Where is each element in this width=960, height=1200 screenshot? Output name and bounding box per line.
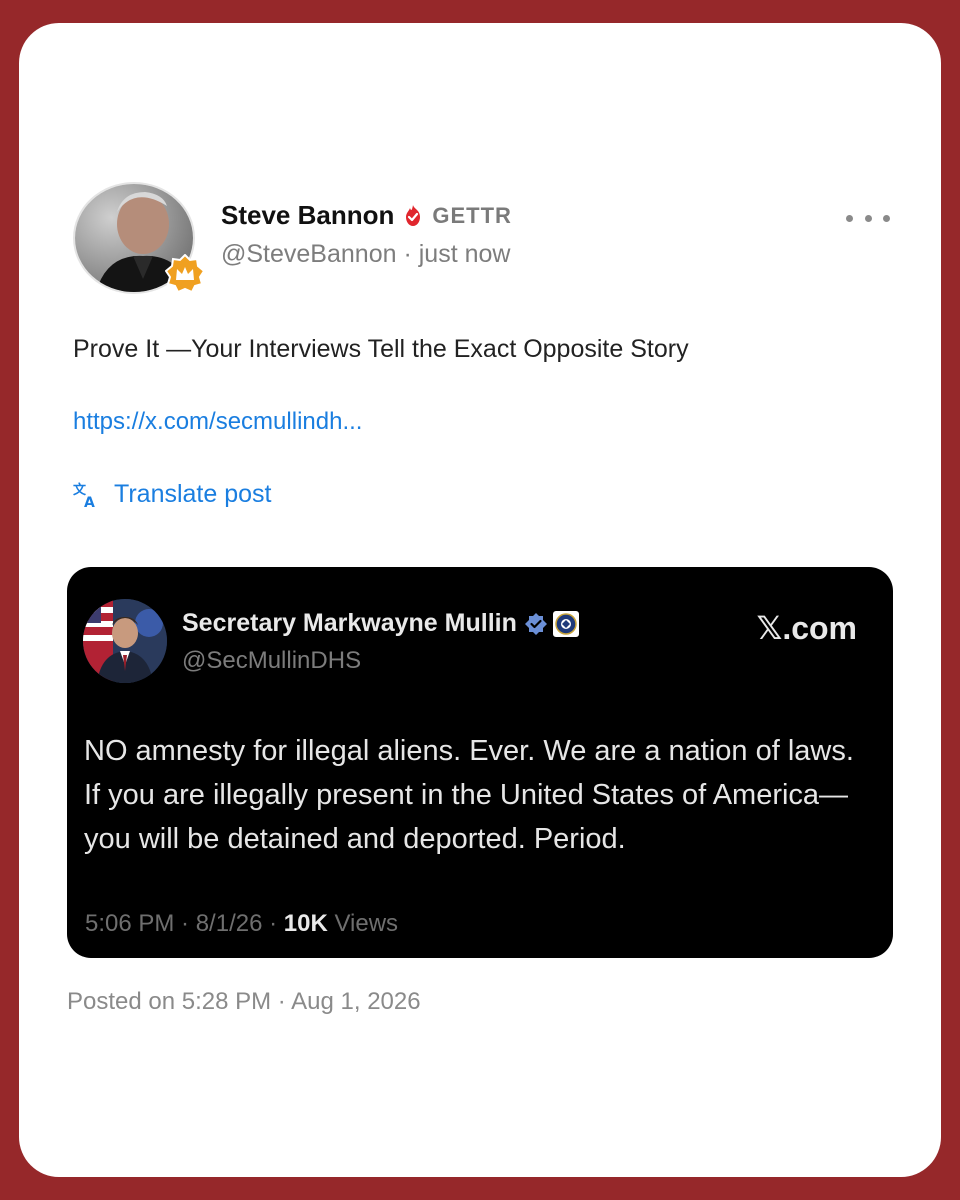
svg-text:A: A [84, 495, 95, 509]
ellipsis-icon [846, 214, 853, 222]
dhs-seal-icon [552, 610, 579, 637]
embed-author-name[interactable]: Secretary Markwayne Mullin [182, 609, 517, 638]
author-name[interactable]: Steve Bannon [221, 200, 394, 231]
ellipsis-icon [883, 214, 890, 222]
platform-tag: GETTR [432, 202, 512, 228]
translate-icon: 文 A [73, 482, 95, 509]
post-text: Prove It —Your Interviews Tell the Exact… [73, 335, 689, 363]
author-handle[interactable]: @SteveBannon [221, 240, 397, 268]
crown-badge-icon [165, 254, 205, 294]
post-time: just now [418, 240, 511, 268]
embed-author-name-row: Secretary Markwayne Mullin [182, 609, 579, 638]
embed-body-text: NO amnesty for illegal aliens. Ever. We … [84, 735, 854, 855]
translate-post-button[interactable]: 文 A Translate post [73, 480, 271, 509]
blue-verified-icon [524, 612, 547, 635]
embed-views-count: 10K [283, 910, 328, 937]
posted-on-timestamp: Posted on 5:28 PM · Aug 1, 2026 [67, 988, 421, 1015]
translate-label: Translate post [114, 480, 272, 508]
handle-separator: · [403, 240, 412, 268]
embed-meta: 5:06 PM · 8/1/26 · 10K Views [85, 910, 398, 938]
embed-author-handle[interactable]: @SecMullinDHS [182, 647, 361, 675]
author-handle-line: @SteveBannon · just now [221, 240, 510, 269]
red-verified-flame-icon [406, 204, 421, 226]
embed-author-avatar[interactable] [83, 599, 167, 683]
more-options-button[interactable] [846, 203, 890, 233]
embedded-post[interactable]: Secretary Markwayne Mullin @SecMullinDHS… [67, 567, 893, 958]
post-link[interactable]: https://x.com/secmullindh... [73, 408, 362, 436]
ellipsis-icon [864, 214, 872, 222]
embed-views-label: Views [327, 910, 399, 937]
embed-source-label[interactable]: 𝕏.com [757, 609, 857, 647]
embed-meta-time: 5:06 PM · 8/1/26 · [85, 910, 284, 937]
author-avatar[interactable] [73, 182, 205, 294]
author-name-row: Steve Bannon GETTR [221, 200, 512, 231]
